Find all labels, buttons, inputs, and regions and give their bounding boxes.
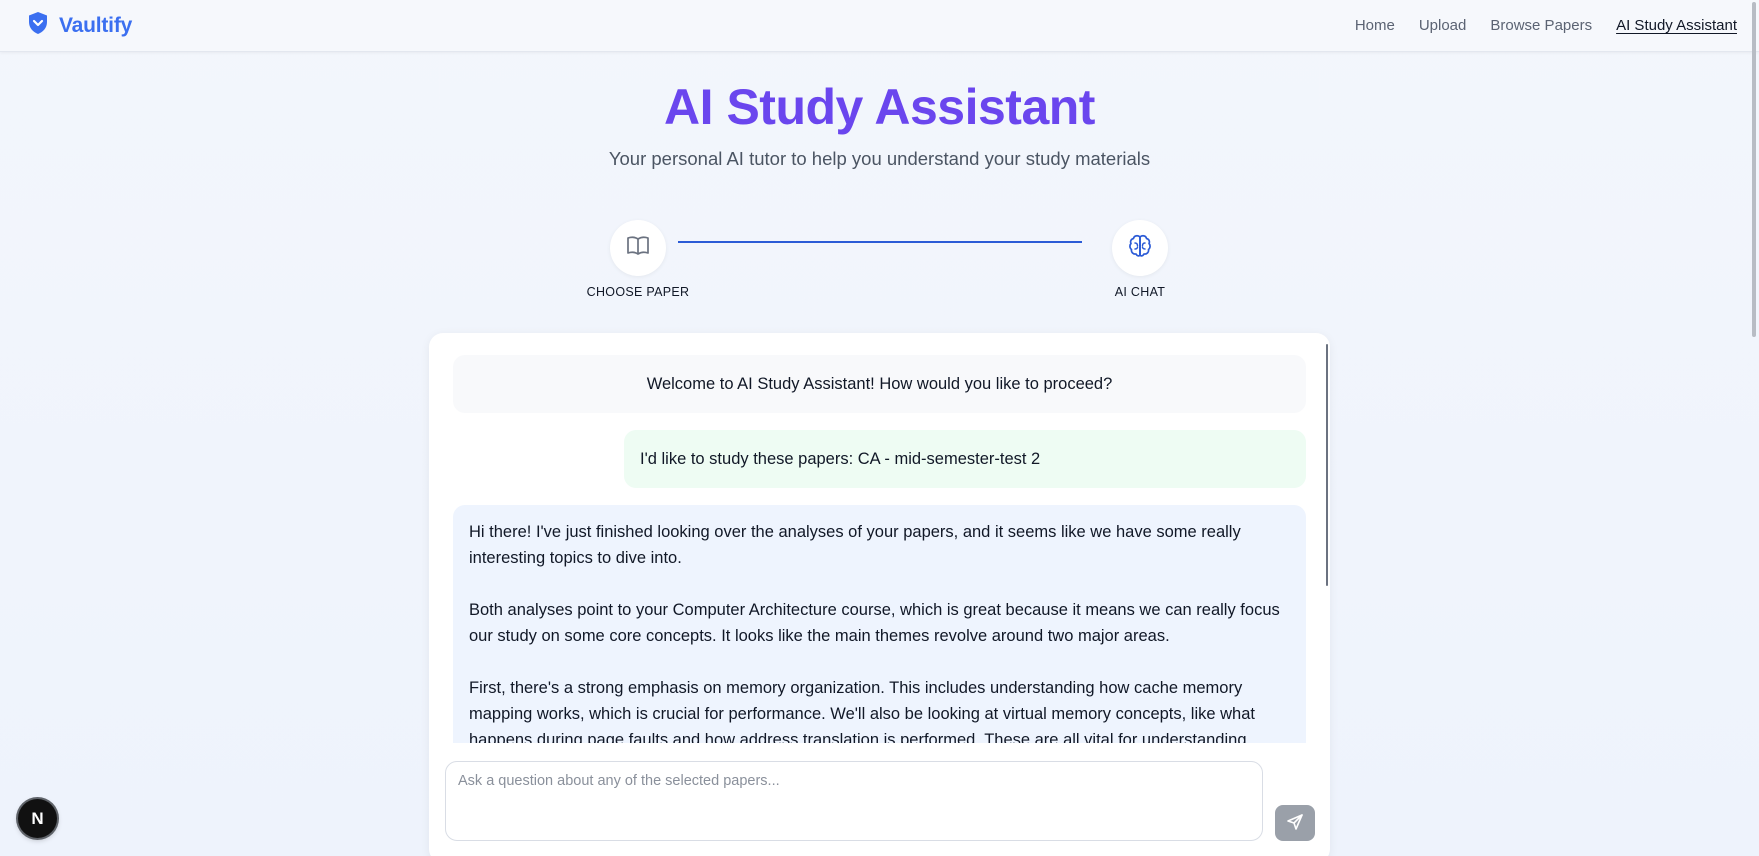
nav-link-browse-papers[interactable]: Browse Papers <box>1490 17 1592 34</box>
chat-messages[interactable]: Welcome to AI Study Assistant! How would… <box>429 333 1330 743</box>
badge-letter: N <box>31 808 44 828</box>
step-label-choose-paper: CHOOSE PAPER <box>586 285 690 299</box>
brand-name: Vaultify <box>59 13 133 37</box>
system-message-text: Welcome to AI Study Assistant! How would… <box>646 374 1113 393</box>
assistant-message: Hi there! I've just finished looking ove… <box>453 505 1306 743</box>
user-message-text: I'd like to study these papers: CA - mid… <box>640 449 1041 468</box>
assistant-paragraph: Both analyses point to your Computer Arc… <box>469 601 1280 645</box>
step-ai-chat <box>1112 220 1168 276</box>
assistant-paragraph: Hi there! I've just finished looking ove… <box>469 523 1241 567</box>
shield-icon <box>27 11 49 40</box>
top-navbar: Vaultify Home Upload Browse Papers AI St… <box>0 0 1759 52</box>
chat-panel: Welcome to AI Study Assistant! How would… <box>429 333 1330 856</box>
step-label-ai-chat: AI CHAT <box>1114 285 1166 299</box>
nav-link-home[interactable]: Home <box>1355 17 1395 34</box>
question-input[interactable] <box>445 761 1263 841</box>
page-subtitle: Your personal AI tutor to help you under… <box>608 148 1151 169</box>
brand-link[interactable]: Vaultify <box>27 11 132 40</box>
step-connector <box>678 241 1082 243</box>
brain-icon <box>1127 233 1153 264</box>
nav-link-upload[interactable]: Upload <box>1419 17 1467 34</box>
assistant-paragraph: First, there's a strong emphasis on memo… <box>469 679 1255 743</box>
send-icon <box>1286 813 1304 834</box>
nav-link-ai-study-assistant[interactable]: AI Study Assistant <box>1616 17 1737 34</box>
nav-links: Home Upload Browse Papers AI Study Assis… <box>1355 17 1737 34</box>
step-choose-paper <box>610 220 666 276</box>
nextjs-dev-badge[interactable]: N <box>18 799 57 838</box>
send-button[interactable] <box>1275 805 1315 841</box>
book-open-icon <box>626 235 650 262</box>
system-message: Welcome to AI Study Assistant! How would… <box>453 355 1306 413</box>
page-title: AI Study Assistant <box>664 79 1095 135</box>
chat-scrollbar[interactable] <box>1326 344 1328 586</box>
user-message: I'd like to study these papers: CA - mid… <box>624 430 1306 488</box>
